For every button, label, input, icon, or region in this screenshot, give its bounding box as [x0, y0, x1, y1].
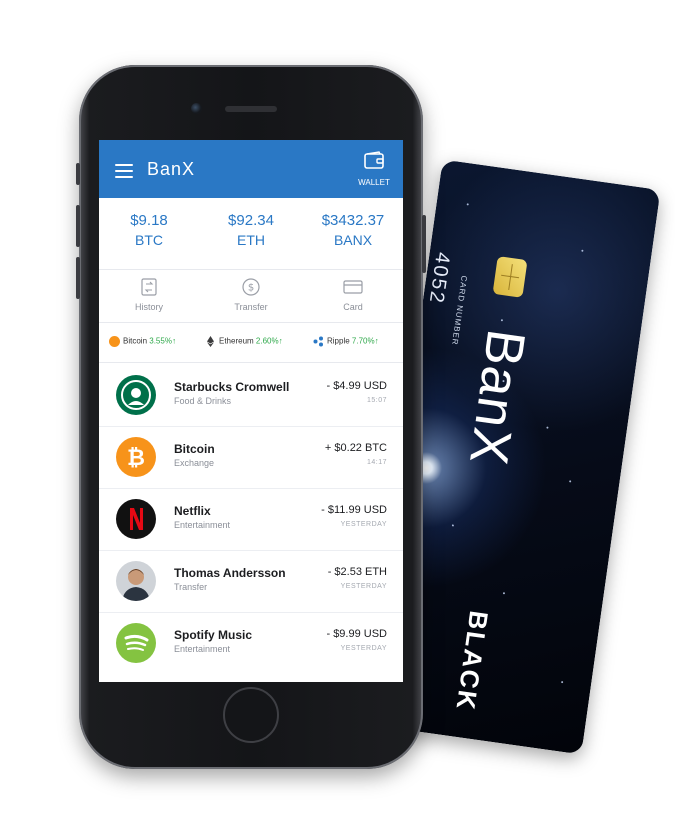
balance-currency: BANX	[333, 232, 373, 248]
ticker-change: 2.60%	[255, 336, 279, 346]
card-chip-icon	[492, 256, 528, 298]
app-screen: BanX WALLET $9.18 BTC $92.34 ETH $3432.3…	[99, 140, 403, 682]
transaction-amount: - $9.99 USD	[326, 628, 387, 640]
transaction-name: Thomas Andersson	[174, 566, 286, 580]
ripple-icon	[313, 336, 324, 347]
transaction-category: Exchange	[174, 458, 215, 468]
wallet-label: WALLET	[358, 178, 390, 187]
card-number: 4052	[424, 250, 454, 306]
card-number-label: CARD NUMBER	[450, 274, 469, 347]
transaction-amount: - $4.99 USD	[326, 380, 387, 392]
ticker-name: Ripple	[327, 336, 350, 346]
balance-summary: $9.18 BTC $92.34 ETH $3432.37 BANX	[99, 198, 403, 268]
divider	[99, 362, 403, 363]
ethereum-icon	[205, 336, 216, 347]
up-arrow-icon: ↑	[278, 336, 283, 346]
ticker-ethereum[interactable]: Ethereum 2.60%↑	[205, 336, 283, 347]
home-button[interactable]	[223, 687, 279, 743]
phone-device: BanX WALLET $9.18 BTC $92.34 ETH $3432.3…	[76, 65, 426, 769]
history-icon	[141, 278, 157, 296]
earpiece-speaker	[225, 106, 277, 112]
mute-switch	[76, 163, 80, 185]
transaction-row[interactable]: Thomas Andersson Transfer - $2.53 ETH YE…	[99, 551, 403, 613]
transaction-time: YESTERDAY	[340, 583, 387, 590]
svg-text:$: $	[248, 283, 254, 294]
starbucks-logo-icon	[116, 375, 156, 415]
bitcoin-logo-icon: ₿	[116, 437, 156, 477]
card-brand-logo: BanX	[457, 325, 537, 469]
wallet-icon	[364, 151, 384, 169]
transaction-name: Spotify Music	[174, 628, 253, 642]
bitcoin-icon	[109, 336, 120, 347]
balance-currency: BTC	[135, 232, 163, 248]
divider	[99, 322, 403, 323]
balance-amount: $9.18	[130, 212, 168, 229]
transfer-label: Transfer	[234, 302, 268, 312]
app-title: BanX	[147, 159, 196, 179]
balance-btc[interactable]: $9.18 BTC	[99, 212, 199, 248]
transaction-row[interactable]: Spotify Music Entertainment - $9.99 USD …	[99, 613, 403, 675]
ticker-name: Ethereum	[219, 336, 254, 346]
card-tier: BLACK	[450, 608, 495, 714]
transaction-time: YESTERDAY	[340, 521, 387, 528]
balance-eth[interactable]: $92.34 ETH	[201, 212, 301, 248]
spotify-logo-icon	[116, 623, 156, 663]
dollar-icon: $	[242, 278, 260, 296]
transaction-amount: - $11.99 USD	[321, 504, 387, 516]
hamburger-icon[interactable]	[115, 164, 133, 178]
avatar	[116, 561, 156, 601]
app-header: BanX WALLET	[99, 140, 403, 198]
balance-amount: $92.34	[228, 212, 274, 229]
volume-up-button	[76, 205, 80, 247]
transaction-name: Bitcoin	[174, 442, 215, 456]
balance-banx[interactable]: $3432.37 BANX	[303, 212, 403, 248]
ticker-change: 7.70%	[351, 336, 375, 346]
transaction-name: Starbucks Cromwell	[174, 380, 290, 394]
wallet-button[interactable]: WALLET	[351, 148, 397, 190]
svg-text:₿: ₿	[127, 446, 145, 471]
card-label: Card	[343, 302, 363, 312]
transaction-time: YESTERDAY	[340, 645, 387, 652]
ticker-change: 3.55%	[149, 336, 172, 346]
price-ticker: Bitcoin 3.55%↑ Ethereum 2.60%↑ Ripple 7.…	[99, 330, 403, 358]
transaction-row[interactable]: Starbucks Cromwell Food & Drinks - $4.99…	[99, 365, 403, 427]
up-arrow-icon: ↑	[171, 336, 176, 346]
transaction-row[interactable]: Netflix Entertainment - $11.99 USD YESTE…	[99, 489, 403, 551]
netflix-logo-icon	[116, 499, 156, 539]
transaction-category: Entertainment	[174, 520, 231, 530]
transaction-category: Food & Drinks	[174, 396, 232, 406]
history-button[interactable]: History	[99, 278, 199, 312]
transfer-button[interactable]: $ Transfer	[201, 278, 301, 312]
history-label: History	[134, 302, 163, 312]
transaction-category: Entertainment	[174, 644, 231, 654]
front-camera	[191, 103, 202, 114]
balance-amount: $3432.37	[321, 212, 385, 229]
volume-down-button	[76, 257, 80, 299]
ticker-ripple[interactable]: Ripple 7.70%↑	[313, 336, 379, 347]
transaction-name: Netflix	[174, 504, 211, 518]
quick-actions: History $ Transfer Card	[99, 270, 403, 320]
power-button	[422, 215, 426, 273]
transaction-row[interactable]: ₿ Bitcoin Exchange + $0.22 BTC 14:17	[99, 427, 403, 489]
transaction-amount: + $0.22 BTC	[324, 442, 387, 454]
card-button[interactable]: Card	[303, 278, 403, 312]
balance-currency: ETH	[237, 232, 265, 248]
transaction-category: Transfer	[174, 582, 208, 592]
ticker-name: Bitcoin	[123, 336, 148, 346]
transaction-time: 14:17	[366, 459, 387, 466]
transaction-time: 15:07	[366, 397, 387, 404]
ticker-bitcoin[interactable]: Bitcoin 3.55%↑	[109, 336, 176, 347]
transaction-amount: - $2.53 ETH	[327, 566, 387, 578]
up-arrow-icon: ↑	[374, 336, 379, 346]
card-icon	[343, 280, 363, 294]
